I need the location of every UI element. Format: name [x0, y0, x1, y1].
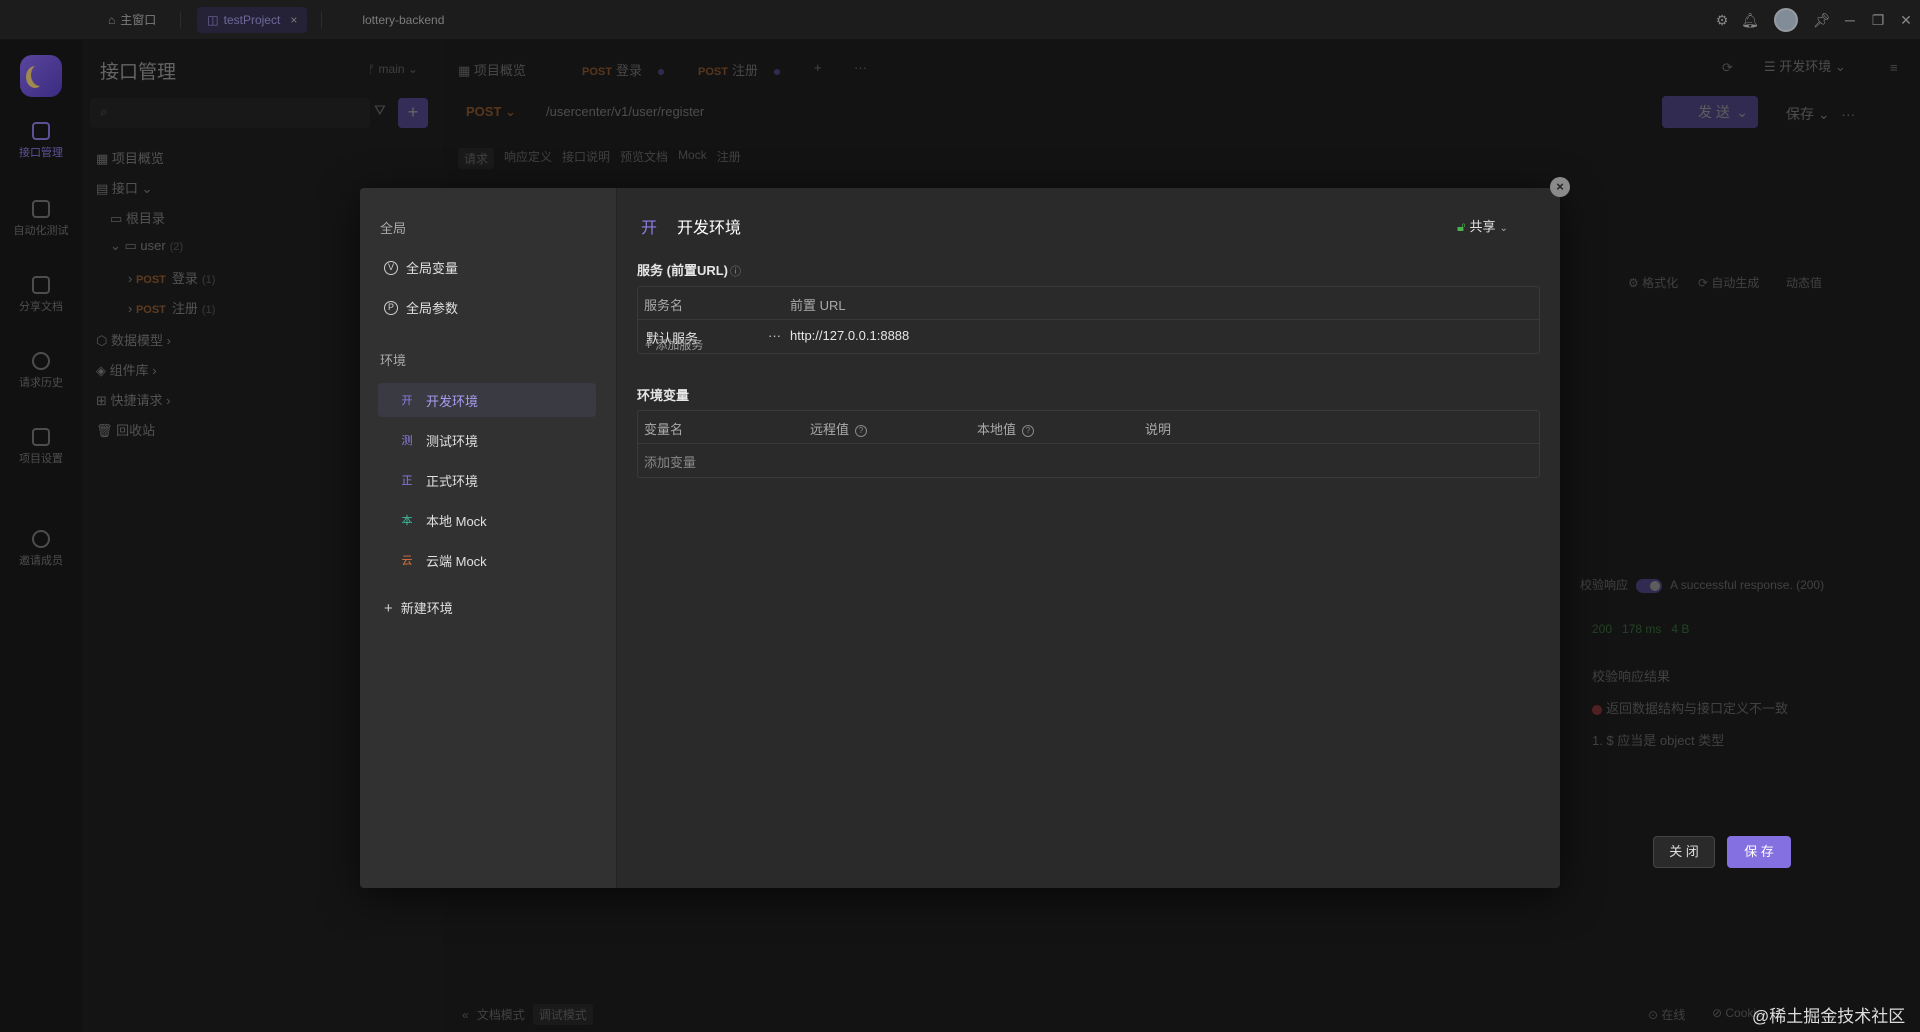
service-url-input[interactable]: http://127.0.0.1:8888: [790, 328, 909, 343]
global-params-item[interactable]: P 全局参数: [384, 298, 458, 317]
column-header: 服务名: [644, 298, 684, 313]
env-section-label: 环境: [380, 353, 407, 368]
lock-icon: 🔓︎: [1457, 219, 1466, 234]
env-item-cloud-mock[interactable]: 云 云端 Mock: [378, 543, 596, 577]
env-name-input[interactable]: 开发环境: [677, 214, 741, 238]
modal-close-icon[interactable]: ×: [1550, 177, 1570, 197]
table-row[interactable]: 添加变量: [638, 444, 1539, 477]
param-icon: P: [384, 300, 398, 315]
env-badge: 开: [641, 220, 658, 237]
column-header: 说明: [1145, 422, 1172, 437]
global-section-label: 全局: [380, 221, 407, 236]
env-badge: 正: [401, 475, 413, 487]
help-icon[interactable]: ?: [1022, 424, 1035, 437]
global-variables-item[interactable]: V 全局变量: [384, 258, 458, 277]
column-header: 远程值?: [810, 419, 868, 438]
modal-sidebar: 全局 V 全局变量 P 全局参数 环境 开 开发环境 测 测试环境 正 正式环境…: [360, 188, 617, 888]
env-badge: 测: [401, 435, 413, 447]
services-table: 服务名 前置 URL 默认服务 ··· http://127.0.0.1:888…: [637, 286, 1540, 354]
add-variable-input[interactable]: 添加变量: [644, 452, 696, 471]
env-item-dev[interactable]: 开 开发环境: [378, 383, 596, 417]
env-badge: 开: [401, 395, 413, 407]
add-service-button[interactable]: + 添加服务: [645, 336, 703, 353]
env-badge: 本: [401, 515, 413, 527]
help-icon[interactable]: ⓘ: [730, 266, 741, 278]
env-badge: 云: [401, 555, 413, 567]
close-button[interactable]: 关 闭: [1653, 836, 1715, 868]
env-item-prod[interactable]: 正 正式环境: [378, 463, 596, 497]
chevron-down-icon: ⌄: [1499, 223, 1508, 234]
environment-modal: 全局 V 全局变量 P 全局参数 环境 开 开发环境 测 测试环境 正 正式环境…: [360, 188, 1791, 888]
table-header: 变量名 远程值? 本地值? 说明: [638, 411, 1539, 444]
env-item-test[interactable]: 测 测试环境: [378, 423, 596, 457]
env-item-local-mock[interactable]: 本 本地 Mock: [378, 503, 596, 537]
modal-content: 开 开发环境 🔓︎ 共享 ⌄ 服务 (前置URL) ⓘ 服务名 前置 URL 默认服务…: [617, 188, 1791, 888]
env-vars-table: 变量名 远程值? 本地值? 说明 添加变量: [637, 410, 1540, 478]
table-header: 服务名 前置 URL: [638, 287, 1539, 320]
plus-icon: +: [384, 600, 393, 617]
help-icon[interactable]: ?: [855, 424, 868, 437]
watermark: @稀土掘金技术社区: [1752, 1007, 1906, 1026]
services-title: 服务 (前置URL) ⓘ: [637, 263, 741, 278]
variable-icon: V: [384, 260, 398, 275]
save-button[interactable]: 保 存: [1727, 836, 1791, 868]
share-selector[interactable]: 🔓︎ 共享 ⌄: [1457, 216, 1508, 235]
column-header: 前置 URL: [790, 298, 846, 313]
more-icon[interactable]: ···: [768, 328, 781, 343]
env-vars-title: 环境变量: [637, 388, 690, 403]
column-header: 变量名: [644, 422, 684, 437]
table-row[interactable]: 默认服务 ··· http://127.0.0.1:8888: [638, 320, 1539, 353]
column-header: 本地值?: [977, 419, 1035, 438]
new-env-button[interactable]: + 新建环境: [384, 598, 453, 617]
